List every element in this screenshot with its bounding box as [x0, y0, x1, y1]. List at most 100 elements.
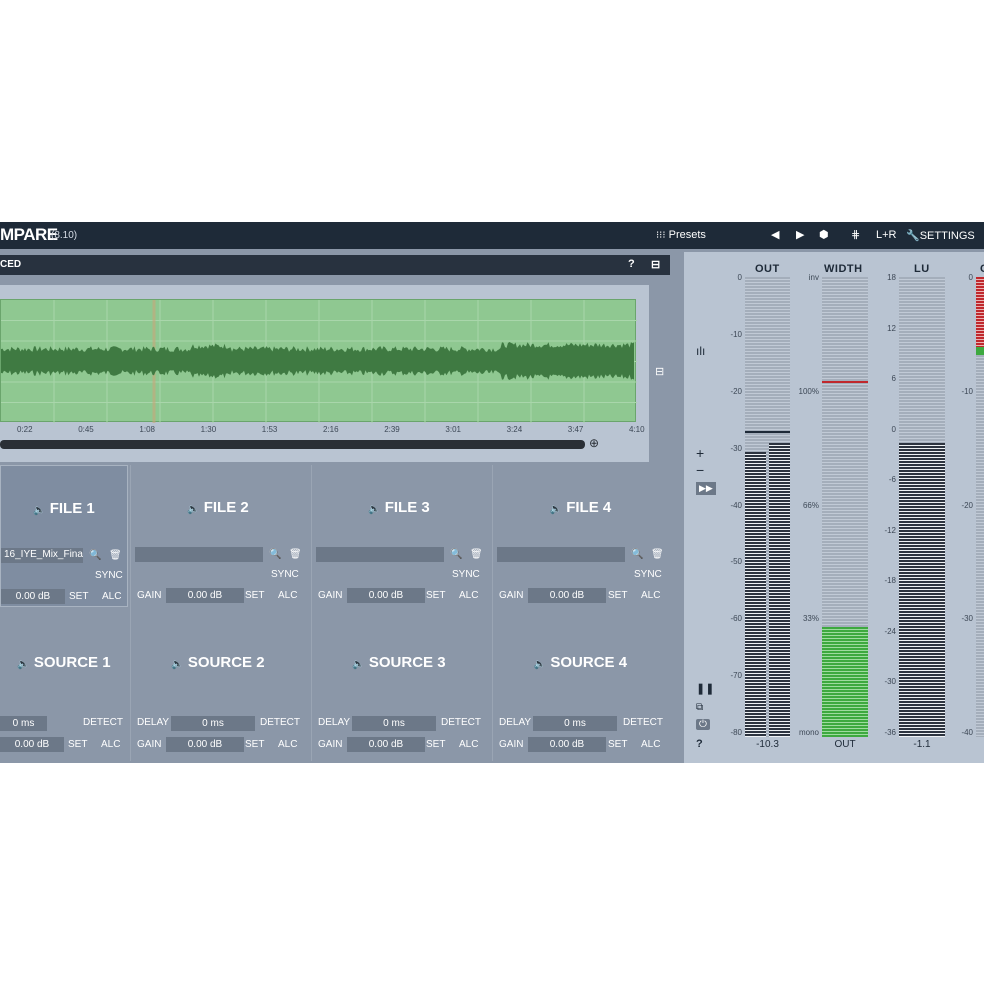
zoom-icon[interactable]: ⊕: [589, 436, 599, 450]
source-slot-3[interactable]: 🔈 SOURCE 3 DELAY 0 ms DETECT GAIN 0.00 dB SET AL…: [312, 622, 486, 763]
source-title[interactable]: 🔈 SOURCE 3: [312, 654, 486, 671]
delay-field[interactable]: 0 ms: [0, 716, 47, 731]
expand-icon[interactable]: ⊟: [655, 365, 664, 378]
filename-field[interactable]: [316, 547, 444, 562]
search-icon[interactable]: 🔍: [631, 549, 643, 560]
sync-button[interactable]: SYNC: [452, 569, 480, 580]
presets-label: Presets: [668, 229, 706, 241]
set-button[interactable]: SET: [69, 591, 88, 602]
fast-forward-icon[interactable]: ▶▶: [696, 482, 716, 495]
unlink-icon[interactable]: ⧉: [696, 702, 703, 713]
alc-button[interactable]: ALC: [101, 739, 120, 750]
prev-preset-icon[interactable]: ◀: [771, 228, 779, 241]
set-button[interactable]: SET: [608, 590, 627, 601]
file-title[interactable]: 🔈 FILE 3: [312, 499, 486, 516]
next-preset-icon[interactable]: ▶: [796, 228, 804, 241]
help-icon[interactable]: ?: [628, 258, 635, 270]
gain-label: GAIN: [318, 590, 343, 601]
set-button[interactable]: SET: [608, 739, 627, 750]
alc-button[interactable]: ALC: [641, 590, 660, 601]
channel-mode-button[interactable]: L+R: [876, 229, 897, 241]
minus-icon[interactable]: −: [696, 462, 704, 478]
out-meter: [745, 277, 790, 737]
alc-button[interactable]: ALC: [278, 739, 297, 750]
delay-field[interactable]: 0 ms: [533, 716, 617, 731]
gain-field[interactable]: 0.00 dB: [1, 589, 65, 604]
file-slot-4[interactable]: 🔈 FILE 4 🔍 🗑 SYNC GAIN 0.00 dB SET ALC: [493, 465, 668, 607]
file-slot-2[interactable]: 🔈 FILE 2 🔍 🗑 SYNC GAIN 0.00 dB SET ALC: [131, 465, 305, 607]
bars-icon[interactable]: ılı: [696, 344, 705, 358]
detect-button[interactable]: DETECT: [623, 717, 663, 728]
trash-icon[interactable]: 🗑: [470, 549, 483, 560]
power-icon[interactable]: ⏻: [696, 719, 710, 730]
scale-tick: 100%: [798, 386, 819, 396]
gain-field[interactable]: 0.00 dB: [528, 737, 606, 752]
speaker-icon: 🔈: [187, 504, 200, 515]
file-title[interactable]: 🔈 FILE 2: [131, 499, 305, 516]
gain-field[interactable]: 0.00 dB: [528, 588, 606, 603]
waveform-graph: [1, 300, 637, 423]
delay-label: DELAY: [499, 717, 532, 728]
sync-button[interactable]: SYNC: [95, 570, 123, 581]
source-slot-2[interactable]: 🔈 SOURCE 2 DELAY 0 ms DETECT GAIN 0.00 dB SET AL…: [131, 622, 305, 763]
search-icon[interactable]: 🔍: [89, 550, 101, 561]
gain-field[interactable]: 0.00 dB: [0, 737, 64, 752]
gain-field[interactable]: 0.00 dB: [347, 588, 425, 603]
gain-field[interactable]: 0.00 dB: [166, 737, 244, 752]
collapse-icon[interactable]: ⊟: [651, 258, 660, 271]
file-title[interactable]: 🔈 FILE 1: [1, 500, 127, 517]
set-button[interactable]: SET: [426, 590, 445, 601]
app-title: MPARE: [0, 225, 58, 244]
waveform-display[interactable]: [0, 299, 637, 423]
delay-field[interactable]: 0 ms: [352, 716, 436, 731]
gain-field[interactable]: 0.00 dB: [166, 588, 244, 603]
timeline-scrollbar[interactable]: [0, 440, 585, 449]
advanced-header[interactable]: CED ? ⊟: [0, 255, 670, 275]
time-tick: 4:10: [629, 425, 645, 434]
meter-help-icon[interactable]: ?: [696, 738, 703, 750]
set-button[interactable]: SET: [426, 739, 445, 750]
trash-icon[interactable]: 🗑: [651, 549, 664, 560]
trash-icon[interactable]: 🗑: [289, 549, 302, 560]
detect-button[interactable]: DETECT: [441, 717, 481, 728]
filename-field[interactable]: [497, 547, 625, 562]
detect-button[interactable]: DETECT: [83, 717, 123, 728]
set-button[interactable]: SET: [245, 590, 264, 601]
alc-button[interactable]: ALC: [459, 590, 478, 601]
presets-button[interactable]: ⁝⁝⁝ Presets: [656, 229, 706, 241]
sync-button[interactable]: SYNC: [271, 569, 299, 580]
source-slot-4[interactable]: 🔈 SOURCE 4 DELAY 0 ms DETECT GAIN 0.00 dB SET AL…: [493, 622, 668, 763]
plus-icon[interactable]: +: [696, 445, 704, 461]
channel-icon[interactable]: ⋕: [851, 228, 860, 241]
file-slot-1[interactable]: 🔈 FILE 1 16_IYE_Mix_Fina 🔍 🗑 SYNC 0.00 dB SET AL…: [0, 465, 128, 607]
trash-icon[interactable]: 🗑: [109, 550, 122, 561]
scale-tick: -50: [730, 557, 742, 567]
filename-field[interactable]: [135, 547, 263, 562]
set-button[interactable]: SET: [245, 739, 264, 750]
filename-field[interactable]: 16_IYE_Mix_Fina: [1, 548, 83, 563]
source-title[interactable]: 🔈 SOURCE 2: [131, 654, 305, 671]
delay-field[interactable]: 0 ms: [171, 716, 255, 731]
search-icon[interactable]: 🔍: [450, 549, 462, 560]
alc-button[interactable]: ALC: [459, 739, 478, 750]
file-title[interactable]: 🔈 FILE 4: [493, 499, 668, 516]
scale-tick: -30: [884, 677, 896, 687]
gain-field[interactable]: 0.00 dB: [347, 737, 425, 752]
source-slot-1[interactable]: 🔈 SOURCE 1 0 ms DETECT 0.00 dB SET ALC: [0, 622, 128, 763]
speaker-icon: 🔈: [368, 504, 381, 515]
random-icon[interactable]: ⬢: [819, 228, 829, 241]
alc-button[interactable]: ALC: [278, 590, 297, 601]
alc-button[interactable]: ALC: [641, 739, 660, 750]
source-title[interactable]: 🔈 SOURCE 4: [493, 654, 668, 671]
settings-button[interactable]: 🔧SETTINGS: [906, 229, 975, 242]
scale-tick: -40: [730, 500, 742, 510]
search-icon[interactable]: 🔍: [269, 549, 281, 560]
source-title[interactable]: 🔈 SOURCE 1: [0, 654, 128, 671]
speaker-icon: 🔈: [171, 659, 184, 670]
pause-icon[interactable]: ❚❚: [696, 682, 714, 695]
set-button[interactable]: SET: [68, 739, 87, 750]
sync-button[interactable]: SYNC: [634, 569, 662, 580]
file-slot-3[interactable]: 🔈 FILE 3 🔍 🗑 SYNC GAIN 0.00 dB SET ALC: [312, 465, 486, 607]
alc-button[interactable]: ALC: [102, 591, 121, 602]
detect-button[interactable]: DETECT: [260, 717, 300, 728]
